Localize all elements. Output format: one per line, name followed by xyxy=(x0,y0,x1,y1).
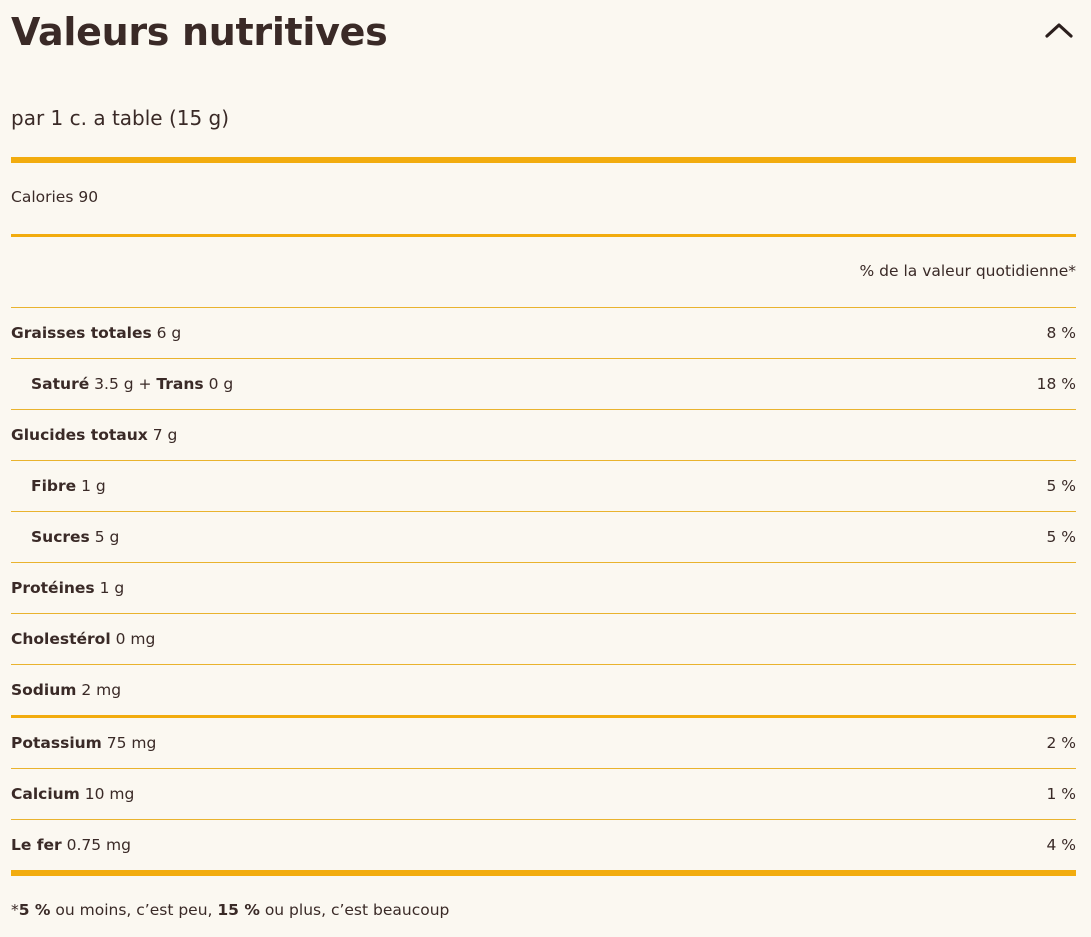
panel-header: Valeurs nutritives xyxy=(11,0,1075,70)
mineral-amount: 10 mg xyxy=(79,785,135,803)
nutrient-row-sugars: Sucres 5 g 5 % xyxy=(11,512,1076,562)
nutrient-name: Protéines xyxy=(11,579,95,597)
mineral-name: Le fer xyxy=(11,836,62,854)
nutrient-dv: 5 % xyxy=(1046,528,1076,546)
nutrient-label: Protéines 1 g xyxy=(11,579,124,597)
mineral-dv: 4 % xyxy=(1046,836,1076,854)
nutrient-dv: 8 % xyxy=(1046,324,1076,342)
mineral-name: Calcium xyxy=(11,785,80,803)
nutrient-row-fibre: Fibre 1 g 5 % xyxy=(11,461,1076,511)
nutrient-label: Fibre 1 g xyxy=(11,477,106,495)
nutrient-name: Cholestérol xyxy=(11,630,111,648)
serving-size: par 1 c. a table (15 g) xyxy=(11,106,230,130)
nutrient-row-protein: Protéines 1 g xyxy=(11,563,1076,613)
nutrient-name-trans: Trans xyxy=(156,375,204,393)
mineral-row-iron: Le fer 0.75 mg 4 % xyxy=(11,820,1076,870)
nutrient-row-cholesterol: Cholestérol 0 mg xyxy=(11,614,1076,664)
nutrient-amount: 3.5 g + xyxy=(89,375,157,393)
mineral-amount: 75 mg xyxy=(101,734,157,752)
nutrient-name: Glucides totaux xyxy=(11,426,148,444)
nutrient-name: Graisses totales xyxy=(11,324,152,342)
footnote-prefix: * xyxy=(11,901,19,919)
nutrient-label: Sodium 2 mg xyxy=(11,681,121,699)
nutrient-name: Sucres xyxy=(31,528,90,546)
calories-value: Calories 90 xyxy=(11,188,99,206)
nutrient-label: Saturé 3.5 g + Trans 0 g xyxy=(11,375,233,393)
nutrition-facts-panel: Valeurs nutritives par 1 c. a table (15 … xyxy=(0,0,1091,937)
nutrient-name: Fibre xyxy=(31,477,77,495)
mineral-label: Potassium 75 mg xyxy=(11,734,156,752)
nutrient-row-carbs: Glucides totaux 7 g xyxy=(11,410,1076,460)
nutrient-amount: 6 g xyxy=(151,324,182,342)
divider-thick xyxy=(11,157,1076,163)
nutrient-dv: 5 % xyxy=(1046,477,1076,495)
mineral-label: Le fer 0.75 mg xyxy=(11,836,131,854)
nutrient-label: Graisses totales 6 g xyxy=(11,324,181,342)
nutrient-row-sodium: Sodium 2 mg xyxy=(11,665,1076,715)
daily-value-header: % de la valeur quotidienne* xyxy=(859,262,1076,280)
nutrient-row-fat: Graisses totales 6 g 8 % xyxy=(11,308,1076,358)
nutrient-label: Glucides totaux 7 g xyxy=(11,426,177,444)
footnote-mid: ou moins, c’est peu, xyxy=(50,901,218,919)
nutrient-amount: 5 g xyxy=(89,528,120,546)
nutrient-label: Cholestérol 0 mg xyxy=(11,630,155,648)
nutrient-row-saturated-trans: Saturé 3.5 g + Trans 0 g 18 % xyxy=(11,359,1076,409)
mineral-dv: 2 % xyxy=(1046,734,1076,752)
nutrient-name: Saturé xyxy=(31,375,90,393)
collapse-button[interactable] xyxy=(1035,6,1083,54)
mineral-dv: 1 % xyxy=(1046,785,1076,803)
nutrient-name: Sodium xyxy=(11,681,77,699)
footnote-low: 5 % xyxy=(18,901,51,919)
nutrient-amount: 7 g xyxy=(147,426,178,444)
nutrient-amount: 1 g xyxy=(76,477,106,495)
footnote-end: ou plus, c’est beaucoup xyxy=(259,901,450,919)
mineral-name: Potassium xyxy=(11,734,102,752)
mineral-amount: 0.75 mg xyxy=(61,836,131,854)
nutrient-amount: 0 mg xyxy=(110,630,156,648)
mineral-row-calcium: Calcium 10 mg 1 % xyxy=(11,769,1076,819)
divider-medium xyxy=(11,234,1076,237)
mineral-row-potassium: Potassium 75 mg 2 % xyxy=(11,718,1076,768)
footnote-high: 15 % xyxy=(217,901,260,919)
nutrient-amount-trans: 0 g xyxy=(203,375,234,393)
nutrient-amount: 1 g xyxy=(94,579,125,597)
nutrient-dv: 18 % xyxy=(1036,375,1076,393)
nutrient-label: Sucres 5 g xyxy=(11,528,119,546)
divider-thick xyxy=(11,870,1076,876)
page-title: Valeurs nutritives xyxy=(11,10,388,54)
nutrient-amount: 2 mg xyxy=(76,681,122,699)
chevron-up-icon xyxy=(1045,23,1073,38)
footnote: *5 % ou moins, c’est peu, 15 % ou plus, … xyxy=(11,901,449,919)
mineral-label: Calcium 10 mg xyxy=(11,785,134,803)
